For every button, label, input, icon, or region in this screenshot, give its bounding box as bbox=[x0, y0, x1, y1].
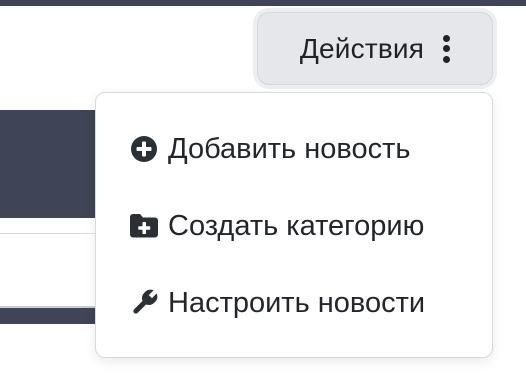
top-bar bbox=[0, 0, 526, 6]
wrench-icon bbox=[129, 288, 159, 318]
kebab-vertical-icon bbox=[442, 34, 450, 63]
folder-plus-icon bbox=[129, 211, 159, 241]
menu-item-configure-news[interactable]: Настроить новости bbox=[96, 273, 492, 333]
page: Действия Добавить новость Создать катего… bbox=[0, 0, 526, 388]
actions-dropdown-menu: Добавить новость Создать категорию Настр… bbox=[95, 92, 493, 358]
actions-button[interactable]: Действия bbox=[257, 12, 493, 85]
plus-circle-icon bbox=[129, 134, 159, 164]
menu-item-label: Настроить новости bbox=[168, 286, 426, 319]
menu-item-add-news[interactable]: Добавить новость bbox=[96, 119, 492, 179]
menu-item-label: Добавить новость bbox=[168, 132, 411, 165]
actions-button-label: Действия bbox=[299, 32, 425, 64]
menu-item-label: Создать категорию bbox=[168, 209, 425, 242]
menu-item-create-category[interactable]: Создать категорию bbox=[96, 196, 492, 256]
